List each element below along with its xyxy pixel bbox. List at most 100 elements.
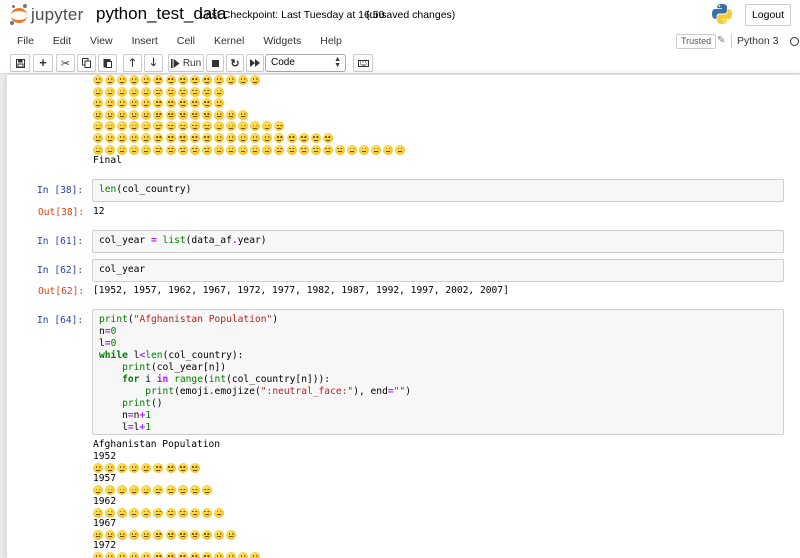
move-up-button[interactable]: 🡑: [123, 54, 142, 72]
neutral-face-icon: [165, 133, 176, 143]
neutral-face-icon: [213, 507, 224, 518]
jupyter-logo-icon: [10, 4, 28, 26]
neutral-face-icon: [238, 75, 249, 85]
neutral-face-icon: [105, 552, 116, 558]
neutral-face-icon: [383, 144, 394, 155]
neutral-face-icon: [213, 121, 224, 132]
cell-62-out-prompt: Out[62]:: [38, 286, 85, 297]
neutral-face-icon: [177, 109, 188, 120]
neutral-face-icon: [177, 463, 188, 473]
cell-64-prompt: In [64]:: [37, 315, 84, 326]
neutral-face-icon: [177, 552, 188, 558]
cut-button[interactable]: ✂: [56, 54, 75, 72]
neutral-face-icon: [201, 75, 212, 85]
move-down-button[interactable]: 🡓: [144, 54, 163, 72]
copy-button[interactable]: [77, 54, 96, 72]
neutral-face-icon: [322, 133, 333, 143]
trusted-badge[interactable]: Trusted: [676, 34, 717, 49]
keyboard-icon: [357, 59, 369, 67]
emoji-row: [93, 120, 287, 132]
neutral-face-icon: [141, 144, 152, 155]
neutral-face-icon: [117, 109, 128, 120]
command-palette-button[interactable]: [353, 54, 373, 72]
neutral-face-icon: [129, 75, 140, 85]
neutral-face-icon: [262, 121, 273, 132]
save-button[interactable]: [10, 54, 30, 72]
cell-type-select[interactable]: Code ▲ ▼: [265, 54, 346, 72]
cell-38-input[interactable]: len(col_country): [92, 179, 784, 202]
neutral-face-icon: [129, 507, 140, 518]
interrupt-button[interactable]: [206, 54, 224, 72]
neutral-face-icon: [105, 75, 116, 85]
neutral-face-icon: [141, 98, 152, 109]
menu-cell[interactable]: Cell: [167, 30, 204, 52]
emoji-row: [93, 507, 226, 519]
afghanistan-title: Afghanistan Population: [93, 439, 221, 450]
notebook-container[interactable]: Final In [38]: len(col_country) Out[38]:…: [6, 75, 800, 558]
neutral-face-icon: [117, 86, 128, 97]
menu-view[interactable]: View: [80, 30, 122, 52]
menu-list: File Edit View Insert Cell Kernel Widget…: [7, 30, 351, 52]
neutral-face-icon: [213, 75, 224, 85]
neutral-face-icon: [105, 529, 116, 540]
cell-61-input[interactable]: col_year = list(data_af.year): [92, 230, 784, 253]
cell-64-input[interactable]: print("Afghanistan Population") n=0 l=0 …: [92, 309, 784, 435]
neutral-face-icon: [201, 552, 212, 558]
neutral-face-icon: [153, 552, 164, 558]
menu-edit[interactable]: Edit: [43, 30, 80, 52]
cell-62-prompt: In [62]:: [37, 265, 84, 276]
neutral-face-icon: [129, 485, 140, 496]
neutral-face-icon: [250, 552, 261, 558]
neutral-face-icon: [165, 144, 176, 155]
menu-kernel[interactable]: Kernel: [204, 30, 253, 52]
restart-button[interactable]: ↻: [226, 54, 244, 72]
save-icon: [15, 58, 25, 68]
insert-cell-button[interactable]: +: [33, 54, 53, 72]
restart-run-all-button[interactable]: [246, 54, 264, 72]
menu-widgets[interactable]: Widgets: [253, 30, 310, 52]
neutral-face-icon: [165, 121, 176, 132]
neutral-face-icon: [165, 485, 176, 496]
neutral-face-icon: [165, 507, 176, 518]
neutral-face-icon: [226, 121, 237, 132]
neutral-face-icon: [117, 133, 128, 143]
menu-help[interactable]: Help: [310, 30, 351, 52]
neutral-face-icon: [129, 133, 140, 143]
pencil-icon[interactable]: ✎: [717, 35, 727, 47]
neutral-face-icon: [129, 463, 140, 473]
neutral-face-icon: [238, 552, 249, 558]
neutral-face-icon: [129, 144, 140, 155]
neutral-face-icon: [117, 121, 128, 132]
neutral-face-icon: [189, 144, 200, 155]
neutral-face-icon: [117, 98, 128, 109]
neutral-face-icon: [201, 121, 212, 132]
logout-button[interactable]: Logout: [745, 4, 791, 26]
neutral-face-icon: [226, 109, 237, 120]
python-logo-icon: [712, 4, 732, 24]
neutral-face-icon: [177, 144, 188, 155]
cell-38-out-prompt: Out[38]:: [38, 207, 85, 218]
neutral-face-icon: [153, 133, 164, 143]
cell-62-input[interactable]: col_year: [92, 259, 784, 282]
add-cell-icon: +: [39, 55, 47, 70]
neutral-face-icon: [129, 98, 140, 109]
jupyter-logo[interactable]: jupyter: [10, 3, 83, 27]
neutral-face-icon: [165, 463, 176, 473]
neutral-face-icon: [141, 109, 152, 120]
neutral-face-icon: [238, 109, 249, 120]
neutral-face-icon: [165, 75, 176, 85]
neutral-face-icon: [201, 144, 212, 155]
menu-insert[interactable]: Insert: [122, 30, 167, 52]
neutral-face-icon: [177, 133, 188, 143]
neutral-face-icon: [189, 109, 200, 120]
neutral-face-icon: [153, 121, 164, 132]
paste-button[interactable]: [98, 54, 117, 72]
neutral-face-icon: [189, 507, 200, 518]
move-up-icon: 🡑: [129, 56, 136, 69]
emoji-row: [93, 109, 250, 121]
neutral-face-icon: [129, 552, 140, 558]
run-button[interactable]: Run: [168, 54, 204, 72]
neutral-face-icon: [262, 133, 273, 143]
menubar: File Edit View Insert Cell Kernel Widget…: [0, 30, 800, 52]
menu-file[interactable]: File: [7, 30, 43, 52]
